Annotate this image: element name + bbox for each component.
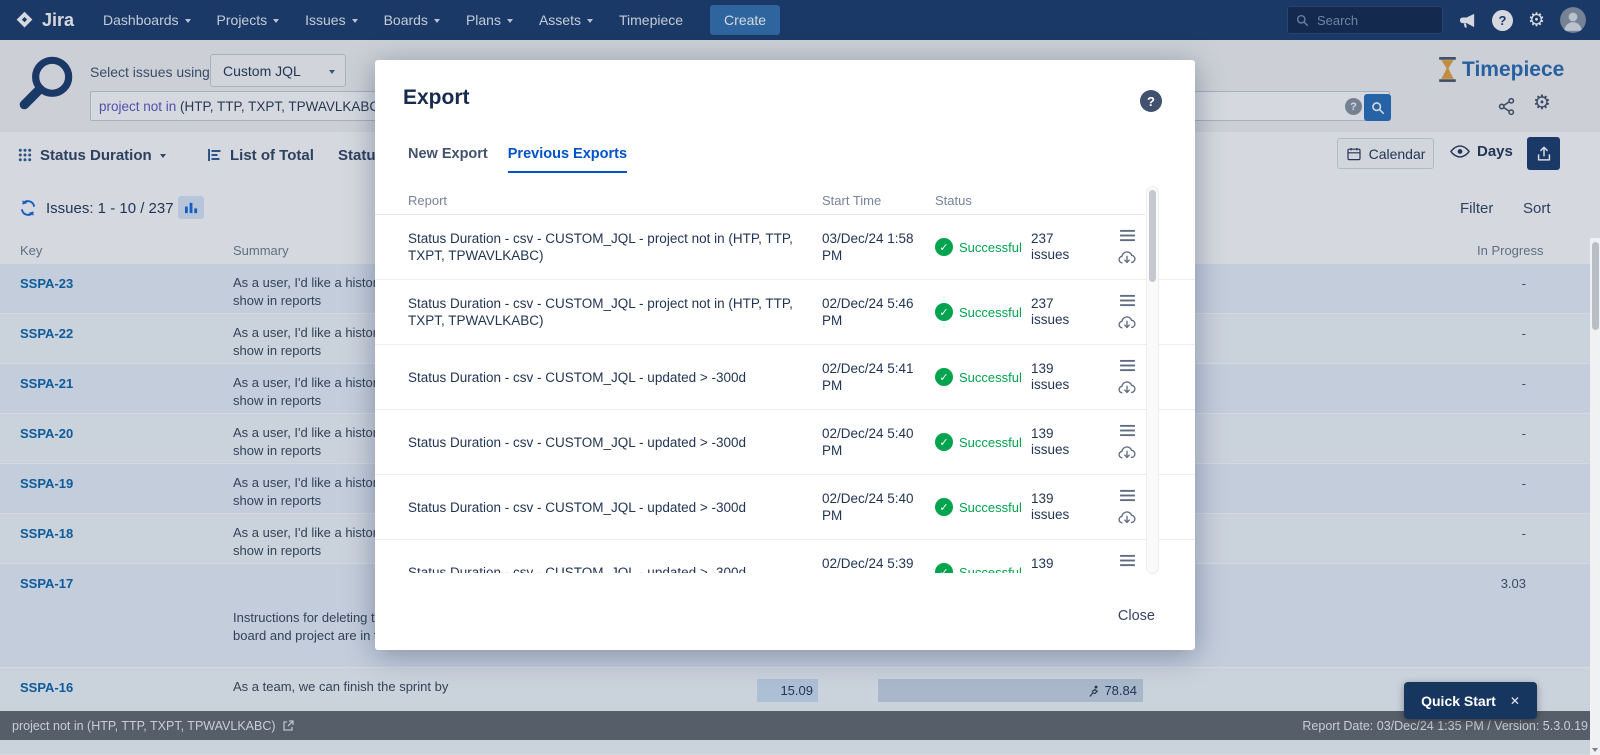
export-issue-count: 139 issues	[1031, 426, 1081, 458]
export-report-name: Status Duration - csv - CUSTOM_JQL - upd…	[408, 434, 798, 451]
export-report-name: Status Duration - csv - CUSTOM_JQL - upd…	[408, 369, 798, 386]
dialog-tabs: New Export Previous Exports	[408, 146, 627, 173]
close-button[interactable]: Close	[1118, 608, 1155, 624]
export-row-actions	[1117, 554, 1137, 574]
status-label: Successful	[959, 240, 1022, 255]
export-start-time: 02/Dec/24 5:46 PM	[822, 295, 914, 329]
export-issue-count: 237 issues	[1031, 296, 1081, 328]
row-menu-icon[interactable]	[1119, 359, 1136, 372]
export-row: Status Duration - csv - CUSTOM_JQL - pro…	[375, 280, 1195, 345]
tab-previous-exports[interactable]: Previous Exports	[508, 146, 627, 173]
dialog-title: Export	[403, 86, 470, 110]
check-circle-icon: ✓	[935, 563, 953, 573]
quick-start-button[interactable]: Quick Start ✕	[1404, 682, 1537, 719]
status-label: Successful	[959, 305, 1022, 320]
export-start-time: 03/Dec/24 1:58 PM	[822, 230, 914, 264]
status-label: Successful	[959, 500, 1022, 515]
question-glyph: ?	[1147, 94, 1155, 109]
export-row-actions	[1117, 359, 1137, 396]
cloud-download-icon[interactable]	[1117, 444, 1137, 461]
export-row: Status Duration - csv - CUSTOM_JQL - upd…	[375, 410, 1195, 475]
export-status: ✓ Successful	[935, 238, 1031, 256]
check-circle-icon: ✓	[935, 238, 953, 256]
dialog-scrollbar-thumb[interactable]	[1149, 190, 1156, 282]
export-report-name: Status Duration - csv - CUSTOM_JQL - pro…	[408, 295, 798, 329]
export-status: ✓ Successful	[935, 563, 1031, 573]
export-row-actions	[1117, 489, 1137, 526]
check-circle-icon: ✓	[935, 368, 953, 386]
app-root: Jira Dashboards Projects Issues Boards P…	[0, 0, 1600, 755]
export-start-time: 02/Dec/24 5:39 PM	[822, 555, 914, 573]
export-report-name: Status Duration - csv - CUSTOM_JQL - upd…	[408, 564, 798, 574]
page-scrollbar-thumb[interactable]	[1592, 242, 1599, 330]
scroll-down-arrow-icon[interactable]	[1592, 748, 1598, 752]
column-header-start-time: Start Time	[822, 193, 914, 208]
row-menu-icon[interactable]	[1119, 424, 1136, 437]
export-start-time: 02/Dec/24 5:41 PM	[822, 360, 914, 394]
export-issue-count: 139 issues	[1031, 491, 1081, 523]
export-row: Status Duration - csv - CUSTOM_JQL - upd…	[375, 540, 1195, 573]
exports-table-body: Status Duration - csv - CUSTOM_JQL - pro…	[375, 215, 1195, 573]
export-issue-count: 237 issues	[1031, 231, 1081, 263]
exports-table-header: Report Start Time Status	[375, 186, 1145, 215]
export-report-name: Status Duration - csv - CUSTOM_JQL - upd…	[408, 499, 798, 516]
row-menu-icon[interactable]	[1119, 229, 1136, 242]
cloud-download-icon[interactable]	[1117, 314, 1137, 331]
status-label: Successful	[959, 435, 1022, 450]
row-menu-icon[interactable]	[1119, 489, 1136, 502]
status-label: Successful	[959, 370, 1022, 385]
page-scrollbar[interactable]	[1590, 238, 1600, 755]
status-label: Successful	[959, 565, 1022, 574]
row-menu-icon[interactable]	[1119, 554, 1136, 567]
check-circle-icon: ✓	[935, 303, 953, 321]
export-row-actions	[1117, 424, 1137, 461]
export-status: ✓ Successful	[935, 498, 1031, 516]
tab-new-export[interactable]: New Export	[408, 146, 488, 173]
export-issue-count: 139 issues	[1031, 556, 1081, 573]
cloud-download-icon[interactable]	[1117, 379, 1137, 396]
row-menu-icon[interactable]	[1119, 294, 1136, 307]
export-status: ✓ Successful	[935, 368, 1031, 386]
check-circle-icon: ✓	[935, 433, 953, 451]
cloud-download-icon[interactable]	[1117, 509, 1137, 526]
export-issue-count: 139 issues	[1031, 361, 1081, 393]
export-row: Status Duration - csv - CUSTOM_JQL - pro…	[375, 215, 1195, 280]
export-row-actions	[1117, 229, 1137, 266]
export-status: ✓ Successful	[935, 433, 1031, 451]
column-header-report: Report	[408, 193, 798, 208]
dialog-help-icon[interactable]: ?	[1140, 90, 1162, 112]
column-header-status: Status	[935, 193, 972, 208]
close-icon[interactable]: ✕	[1510, 694, 1520, 708]
check-circle-icon: ✓	[935, 498, 953, 516]
export-row-actions	[1117, 294, 1137, 331]
export-status: ✓ Successful	[935, 303, 1031, 321]
export-row: Status Duration - csv - CUSTOM_JQL - upd…	[375, 475, 1195, 540]
export-row: Status Duration - csv - CUSTOM_JQL - upd…	[375, 345, 1195, 410]
dialog-scrollbar[interactable]	[1146, 186, 1159, 574]
export-dialog: Export ? New Export Previous Exports Rep…	[375, 60, 1195, 650]
export-report-name: Status Duration - csv - CUSTOM_JQL - pro…	[408, 230, 798, 264]
cloud-download-icon[interactable]	[1117, 249, 1137, 266]
quick-start-label: Quick Start	[1421, 693, 1496, 709]
export-start-time: 02/Dec/24 5:40 PM	[822, 425, 914, 459]
export-start-time: 02/Dec/24 5:40 PM	[822, 490, 914, 524]
